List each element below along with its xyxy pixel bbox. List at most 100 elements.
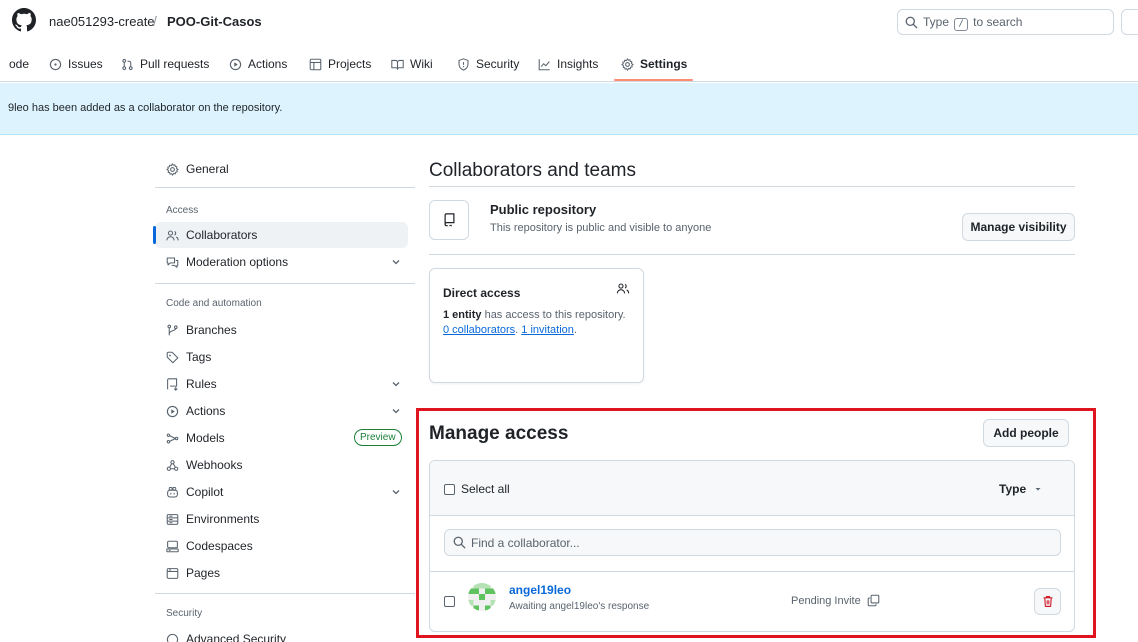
tab-projects[interactable]: Projects	[309, 54, 371, 74]
collaborator-username[interactable]: angel19leo	[509, 583, 571, 597]
people-icon	[616, 283, 630, 294]
flash-banner: 9leo has been added as a collaborator on…	[0, 83, 1138, 135]
shield-icon	[458, 57, 469, 71]
collaborators-link[interactable]: 0 collaborators	[443, 324, 515, 336]
copy-icon[interactable]	[867, 594, 880, 607]
tab-security-label: Security	[476, 57, 520, 71]
sidebar-item-advanced-security[interactable]: Advanced Security	[166, 629, 286, 642]
select-all-checkbox[interactable]	[444, 484, 455, 495]
graph-icon	[538, 58, 550, 70]
tab-insights-label: Insights	[557, 57, 599, 71]
sidebar-item-collaborators-label: Collaborators	[186, 228, 258, 242]
book-icon	[391, 59, 404, 70]
select-all-label[interactable]: Select all	[461, 482, 510, 496]
row-checkbox[interactable]	[444, 596, 455, 607]
repo-icon-box	[429, 200, 469, 240]
github-logo-icon[interactable]	[12, 8, 36, 32]
sidebar-heading-access: Access	[166, 205, 199, 216]
server-icon	[166, 513, 179, 525]
entity-count: 1 entity	[443, 309, 482, 321]
tab-actions-label: Actions	[248, 57, 288, 71]
sidebar-divider	[155, 283, 415, 284]
browser-icon	[166, 567, 179, 579]
invitation-link[interactable]: 1 invitation	[521, 324, 574, 336]
direct-access-card: Direct access 1 entity has access to thi…	[429, 268, 644, 383]
tab-code[interactable]: ode	[9, 54, 29, 74]
triangle-down-icon	[1035, 488, 1041, 491]
sidebar-item-webhooks-label: Webhooks	[186, 458, 243, 472]
sidebar-item-moderation-label: Moderation options	[186, 255, 289, 269]
sidebar-item-pages-label: Pages	[186, 566, 221, 580]
comment-discussion-icon	[166, 257, 179, 268]
search-input[interactable]: Type / to search	[897, 9, 1114, 35]
sidebar-item-moderation[interactable]: Moderation options	[166, 252, 288, 272]
sidebar-item-collaborators[interactable]: Collaborators	[166, 225, 257, 245]
direct-access-text: 1 entity has access to this repository. …	[443, 308, 628, 338]
type-filter-label: Type	[999, 482, 1027, 496]
sidebar-item-actions-label: Actions	[186, 404, 226, 418]
tab-insights[interactable]: Insights	[538, 54, 598, 74]
find-collaborator-input[interactable]: Find a collaborator...	[444, 529, 1061, 556]
direct-access-title: Direct access	[443, 286, 521, 300]
sidebar-item-models[interactable]: Models	[166, 428, 225, 448]
tab-pull-requests[interactable]: Pull requests	[121, 54, 209, 74]
breadcrumb-separator: /	[153, 13, 157, 29]
tab-actions[interactable]: Actions	[229, 54, 287, 74]
collaborators-table: Select all Type Find a collaborator... a…	[429, 460, 1075, 632]
repo-push-icon	[167, 377, 178, 391]
chevron-down-icon[interactable]	[391, 379, 401, 389]
page-title: Collaborators and teams	[429, 160, 636, 181]
active-tab-indicator	[614, 79, 693, 81]
visibility-title: Public repository	[490, 202, 597, 217]
chevron-down-icon[interactable]	[391, 257, 401, 267]
issue-icon	[49, 58, 62, 70]
collaborator-status: Awaiting angel19leo's response	[509, 601, 650, 612]
sidebar-item-codespaces-label: Codespaces	[186, 539, 253, 553]
sidebar-item-copilot[interactable]: Copilot	[166, 482, 223, 502]
type-filter-dropdown[interactable]: Type	[999, 482, 1042, 496]
repo-name-link[interactable]: POO-Git-Casos	[167, 14, 262, 29]
preview-badge: Preview	[354, 429, 402, 446]
gear-icon	[166, 162, 179, 176]
collaborators-table-header: Select all Type	[430, 461, 1074, 516]
copilot-button[interactable]	[1121, 9, 1138, 35]
add-people-button[interactable]: Add people	[983, 419, 1069, 447]
tab-settings[interactable]: Settings	[621, 54, 687, 74]
section-divider	[429, 254, 1075, 255]
trash-icon	[1043, 596, 1052, 607]
tab-projects-label: Projects	[328, 57, 372, 71]
tab-issues[interactable]: Issues	[49, 54, 103, 74]
play-circle-icon	[166, 405, 179, 417]
models-icon	[166, 433, 179, 443]
manage-visibility-button[interactable]: Manage visibility	[962, 213, 1075, 241]
copilot-icon	[167, 486, 178, 497]
repo-icon	[444, 213, 455, 227]
sidebar-item-actions[interactable]: Actions	[166, 401, 225, 421]
sidebar-item-pages[interactable]: Pages	[166, 563, 220, 583]
tab-security[interactable]: Security	[457, 54, 519, 74]
search-prefix: Type	[923, 15, 950, 29]
direct-access-text-3: .	[573, 324, 577, 336]
table-icon	[309, 58, 322, 70]
tab-wiki-label: Wiki	[410, 57, 433, 71]
sidebar-item-environments[interactable]: Environments	[166, 509, 259, 529]
repo-owner-link[interactable]: nae051293-create	[49, 14, 155, 29]
sidebar-item-tags[interactable]: Tags	[166, 347, 211, 367]
sidebar-item-branches[interactable]: Branches	[166, 320, 237, 340]
sidebar-item-branches-label: Branches	[186, 323, 237, 337]
chevron-down-icon[interactable]	[391, 487, 401, 497]
pending-invite-label: Pending Invite	[791, 594, 861, 607]
chevron-down-icon[interactable]	[391, 406, 401, 416]
top-bar: nae051293-create / POO-Git-Casos Type / …	[0, 0, 1138, 44]
gear-icon	[621, 57, 634, 71]
sidebar-item-codespaces[interactable]: Codespaces	[166, 536, 253, 556]
sidebar-item-advanced-security-label: Advanced Security	[186, 632, 287, 642]
sidebar-item-webhooks[interactable]: Webhooks	[166, 455, 242, 475]
sidebar-active-indicator	[153, 226, 156, 244]
remove-collaborator-button[interactable]	[1034, 588, 1061, 615]
avatar[interactable]	[468, 583, 496, 611]
sidebar-item-rules[interactable]: Rules	[166, 374, 217, 394]
sidebar-item-general[interactable]: General	[166, 159, 229, 179]
tab-wiki[interactable]: Wiki	[391, 54, 433, 74]
repo-nav: ode Issues Pull requests Actions Project…	[0, 44, 1138, 82]
